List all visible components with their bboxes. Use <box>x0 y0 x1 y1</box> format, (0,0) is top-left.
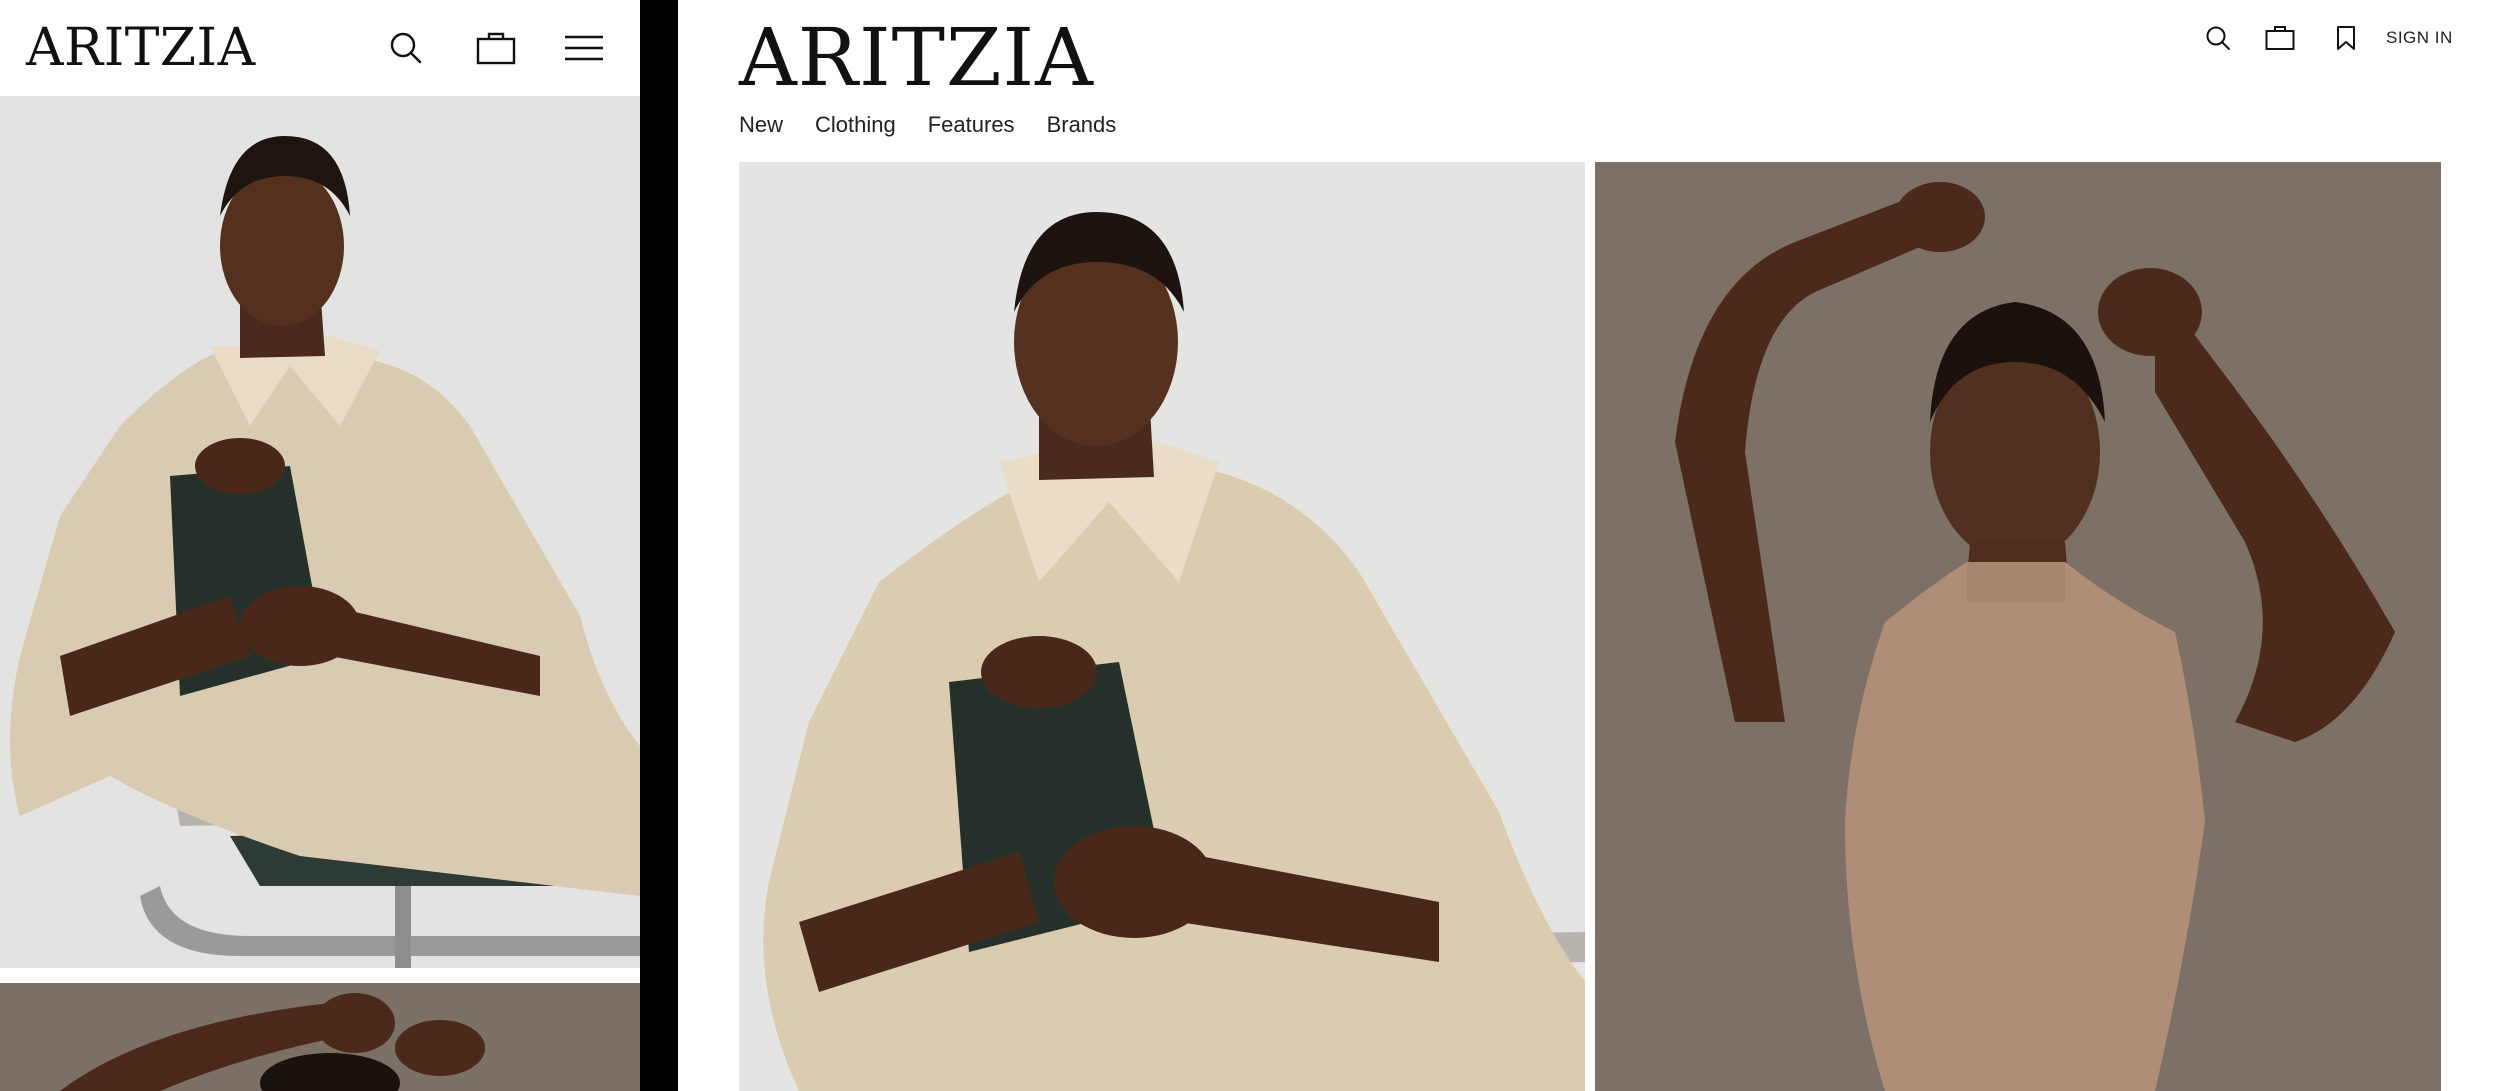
bookmark-icon[interactable] <box>2328 20 2364 56</box>
nav-item-clothing[interactable]: Clothing <box>815 112 896 138</box>
hero-image-beige-jacket[interactable] <box>0 96 640 968</box>
utility-bar: SIGN IN <box>2200 20 2500 60</box>
search-icon[interactable] <box>382 24 430 72</box>
mobile-view: ARITZIA <box>0 0 640 1091</box>
search-icon[interactable] <box>2200 20 2236 56</box>
desktop-view: ARITZIA New Clothing Features Brands SIG… <box>678 0 2500 1091</box>
main-nav: New Clothing Features Brands <box>739 112 1116 138</box>
hero-image-bodysuit[interactable] <box>1595 162 2441 1091</box>
brand-logo[interactable]: ARITZIA <box>739 16 1094 100</box>
nav-item-features[interactable]: Features <box>928 112 1015 138</box>
brand-logo[interactable]: ARITZIA <box>26 20 256 76</box>
nav-item-new[interactable]: New <box>739 112 783 138</box>
hero-image-bodysuit-partial[interactable] <box>0 983 640 1091</box>
shopping-bag-icon[interactable] <box>472 24 520 72</box>
shopping-bag-icon[interactable] <box>2262 20 2298 56</box>
hero-image-beige-jacket[interactable] <box>739 162 1585 1091</box>
hamburger-menu-icon[interactable] <box>560 24 608 72</box>
mobile-header: ARITZIA <box>0 0 640 96</box>
sign-in-link[interactable]: SIGN IN <box>2386 28 2453 48</box>
viewport-divider <box>640 0 678 1091</box>
nav-item-brands[interactable]: Brands <box>1047 112 1117 138</box>
